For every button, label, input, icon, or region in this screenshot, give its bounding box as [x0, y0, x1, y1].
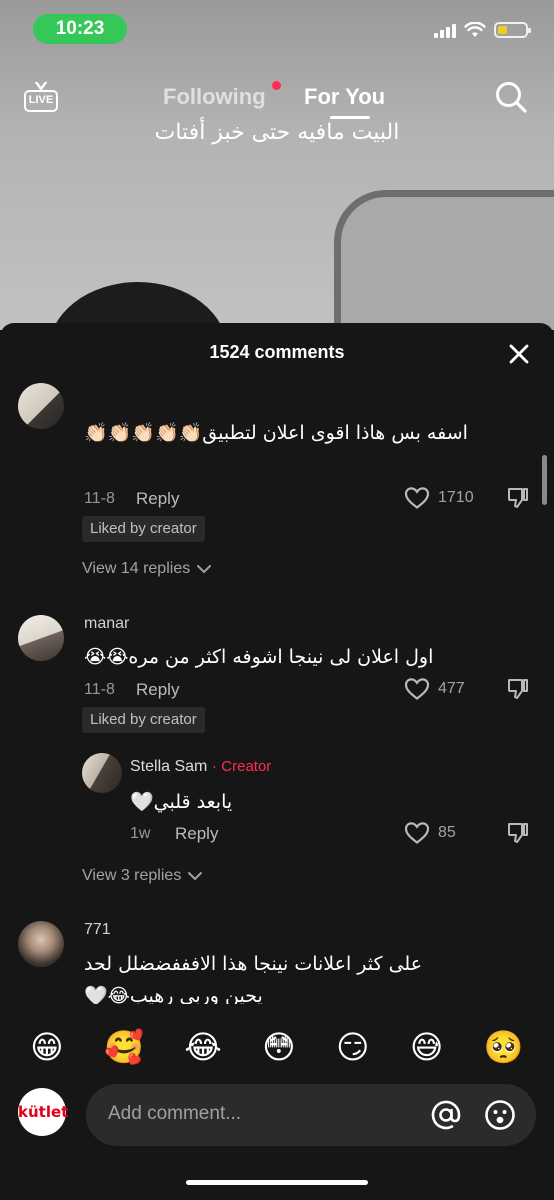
- tab-for-you[interactable]: For You: [304, 84, 385, 110]
- comment-input-placeholder: Add comment...: [108, 1103, 242, 1124]
- avatar[interactable]: [18, 921, 64, 967]
- reply-username-text: Stella Sam: [130, 758, 208, 775]
- view-replies-button[interactable]: View 3 replies: [82, 867, 203, 885]
- liked-by-creator-badge: Liked by creator: [82, 516, 205, 542]
- live-antenna-icon: [34, 82, 48, 90]
- heart-icon: [404, 487, 430, 509]
- like-button[interactable]: 85: [404, 821, 456, 845]
- comment-text: اول اعلان لى نينجا اشوفه اكثر من مره😭😭: [84, 646, 434, 668]
- live-label: LIVE: [24, 90, 58, 112]
- heart-icon: [404, 678, 430, 700]
- reply-button[interactable]: Reply: [136, 680, 179, 700]
- comment-text: على كثر اعلانات نينجا هذا الافففضضلل لحد: [84, 953, 423, 975]
- view-replies-button[interactable]: View 14 replies: [82, 560, 212, 578]
- like-button[interactable]: 1710: [404, 486, 474, 510]
- reply-button[interactable]: Reply: [175, 824, 218, 844]
- emoji-hearts-button[interactable]: 🥰: [104, 1028, 144, 1066]
- comments-count-title: 1524 comments: [209, 342, 345, 362]
- search-icon[interactable]: [494, 80, 528, 114]
- creator-dot: ·: [211, 758, 217, 775]
- tab-following[interactable]: Following: [163, 84, 266, 110]
- dislike-icon[interactable]: [506, 821, 530, 845]
- comment-username[interactable]: manar: [84, 615, 129, 633]
- signal-icon: [434, 22, 456, 38]
- like-button[interactable]: 477: [404, 677, 465, 701]
- comments-list[interactable]: اسفه بس هاذا اقوى اعلان لتطبيق👏🏻👏🏻👏🏻👏🏻👏🏻…: [0, 373, 554, 1004]
- comment-username[interactable]: 771: [84, 921, 111, 939]
- chevron-down-icon: [188, 872, 203, 881]
- comments-scrollbar[interactable]: [542, 455, 547, 505]
- comment-text: اسفه بس هاذا اقوى اعلان لتطبيق👏🏻👏🏻👏🏻👏🏻👏🏻: [84, 422, 468, 444]
- emoji-smirk-button[interactable]: 😏: [336, 1028, 369, 1066]
- dislike-icon[interactable]: [506, 486, 530, 510]
- emoji-quick-bar: 😁 🥰 😂 😳 😏 😅 🥺: [0, 1022, 554, 1072]
- avatar[interactable]: [18, 383, 64, 429]
- avatar[interactable]: [82, 753, 122, 793]
- live-button[interactable]: LIVE: [24, 82, 60, 112]
- comment-input[interactable]: Add comment...: [86, 1084, 536, 1146]
- comment-text-line2: يحين وربي رهيب😂🤍: [84, 985, 263, 1004]
- dislike-icon[interactable]: [506, 677, 530, 701]
- comment-date: 11-8: [84, 681, 115, 698]
- reply-text: يابعد قلبي🤍: [130, 791, 233, 813]
- comment-date: 11-8: [84, 490, 115, 507]
- wifi-icon: [464, 22, 486, 37]
- emoji-pleading-button[interactable]: 🥺: [484, 1028, 524, 1066]
- video-backdrop: [0, 0, 554, 330]
- mention-at-icon[interactable]: [430, 1099, 462, 1131]
- liked-by-creator-badge: Liked by creator: [82, 707, 205, 733]
- video-caption: البيت مافيه حتى خبز أفتات: [154, 120, 400, 145]
- reply-button[interactable]: Reply: [136, 489, 179, 509]
- following-notification-dot: [272, 81, 281, 90]
- like-count: 85: [438, 824, 456, 841]
- like-count: 477: [438, 680, 465, 697]
- add-comment-bar: kütlet Add comment...: [0, 1080, 554, 1150]
- avatar[interactable]: [18, 615, 64, 661]
- emoji-grin-button[interactable]: 😁: [30, 1028, 63, 1066]
- active-tab-indicator: [330, 116, 370, 119]
- close-icon[interactable]: [506, 341, 532, 367]
- emoji-picker-icon[interactable]: [484, 1099, 516, 1131]
- status-icons: [434, 18, 531, 42]
- reply-username[interactable]: Stella Sam · Creator: [130, 758, 271, 776]
- user-avatar[interactable]: kütlet: [18, 1088, 68, 1136]
- home-indicator: [186, 1180, 368, 1185]
- emoji-sweat-smile-button[interactable]: 😅: [410, 1028, 443, 1066]
- creator-tag: Creator: [221, 758, 272, 775]
- like-count: 1710: [438, 489, 474, 506]
- chevron-down-icon: [197, 565, 212, 574]
- reply-date: 1w: [130, 825, 151, 842]
- heart-icon: [404, 822, 430, 844]
- battery-icon: [494, 22, 531, 38]
- status-time: 10:23: [33, 14, 127, 44]
- video-wall-panel: [334, 190, 554, 330]
- view-replies-label: View 14 replies: [82, 560, 191, 577]
- view-replies-label: View 3 replies: [82, 867, 182, 884]
- emoji-flushed-button[interactable]: 😳: [262, 1028, 295, 1066]
- emoji-joy-button[interactable]: 😂: [184, 1028, 221, 1066]
